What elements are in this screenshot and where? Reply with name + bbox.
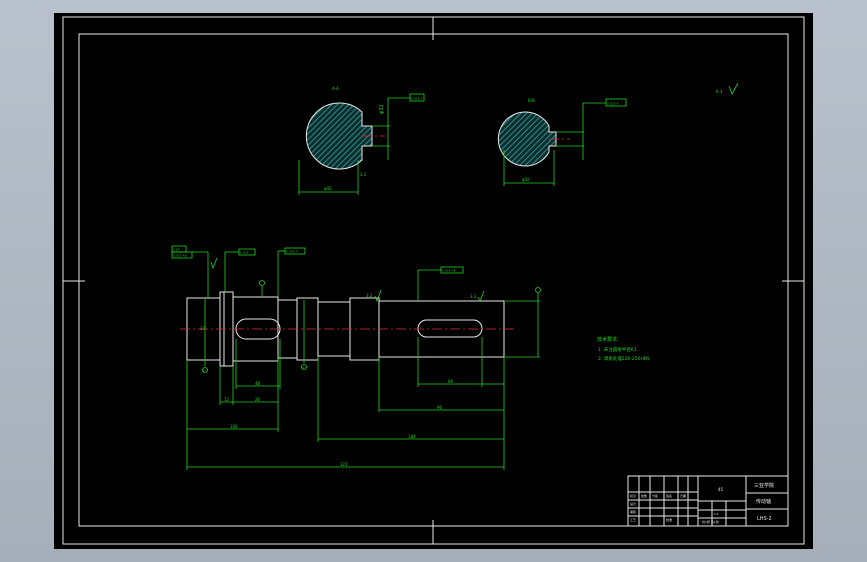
notes-line-2: 2. 调质处理220-250HBS bbox=[598, 355, 650, 362]
cad-viewport[interactable]: A-A 0.025 A φ32 φ45 3.2 B-B 0.025 A φ32 … bbox=[0, 0, 867, 562]
tb-material: 45 bbox=[718, 487, 724, 492]
dim-left-length: 102 bbox=[230, 424, 238, 429]
tb-row-count: 处数 bbox=[641, 493, 647, 498]
dim-left-keyway: 48 bbox=[255, 381, 261, 386]
section-a-label: A-A bbox=[332, 86, 339, 91]
section-b-diameter: φ32 bbox=[522, 177, 530, 182]
section-a-roughness: 3.2 bbox=[360, 172, 367, 177]
shaft-roughness-2: 3.2 bbox=[470, 294, 477, 299]
dim-right-section: 90 bbox=[437, 405, 443, 410]
tb-role-review: 审核 bbox=[630, 509, 636, 514]
dim-left-dia: 37 bbox=[200, 326, 206, 331]
shaft-tolerance-1a: 0.02 bbox=[173, 248, 180, 252]
tb-row-date: 日期 bbox=[680, 493, 686, 498]
shaft-tolerance-3: 0.025 A bbox=[286, 250, 299, 254]
dim-overall-length: 321 bbox=[340, 462, 348, 467]
shaft-tolerance-4: 0.025 AB bbox=[442, 269, 456, 273]
cad-drawing-canvas[interactable]: A-A 0.025 A φ32 φ45 3.2 B-B 0.025 A φ32 … bbox=[0, 0, 867, 562]
shaft-tolerance-1b: 0.015 AB bbox=[173, 254, 187, 258]
tb-role-approve: 批准 bbox=[666, 517, 672, 522]
section-a-key-width: φ32 bbox=[379, 104, 385, 114]
notes-title: 技术要求: bbox=[597, 336, 619, 343]
tb-drawing-no: LHS-2 bbox=[757, 516, 772, 522]
tb-sheet: 共1张 第1张 bbox=[702, 519, 719, 524]
dim-right-length: 188 bbox=[408, 434, 416, 439]
datum-b-text: B bbox=[303, 366, 305, 370]
tb-row-sign: 签名 bbox=[666, 493, 672, 498]
dim-left-step: 26 bbox=[255, 397, 261, 402]
dim-right-keyway: 66 bbox=[448, 379, 454, 384]
tb-row-zone: 分区 bbox=[652, 493, 658, 498]
section-b-label: B-B bbox=[528, 98, 535, 103]
tb-school: 三亚学院 bbox=[754, 482, 774, 489]
drawing-background bbox=[54, 13, 813, 549]
shaft-roughness-1: 3.2 bbox=[366, 293, 373, 298]
section-a-tolerance: 0.025 A bbox=[411, 97, 424, 101]
tb-part-name: 传动轴 bbox=[756, 498, 771, 505]
tb-role-design: 设计 bbox=[630, 501, 636, 506]
section-b-tolerance: 0.025 A bbox=[607, 102, 620, 106]
notes-line-1: 1. 未注圆角半径R1 bbox=[598, 346, 637, 353]
section-a-diameter: φ45 bbox=[324, 186, 332, 191]
tb-role-process: 工艺 bbox=[630, 517, 636, 522]
tb-scale: 1:1 bbox=[714, 512, 719, 516]
shaft-tolerance-2: 0.025 bbox=[240, 251, 249, 255]
tb-row-mark: 标记 bbox=[630, 493, 636, 498]
dim-collar: 12 bbox=[224, 397, 230, 402]
corner-roughness-value: 6.3 bbox=[716, 89, 723, 94]
